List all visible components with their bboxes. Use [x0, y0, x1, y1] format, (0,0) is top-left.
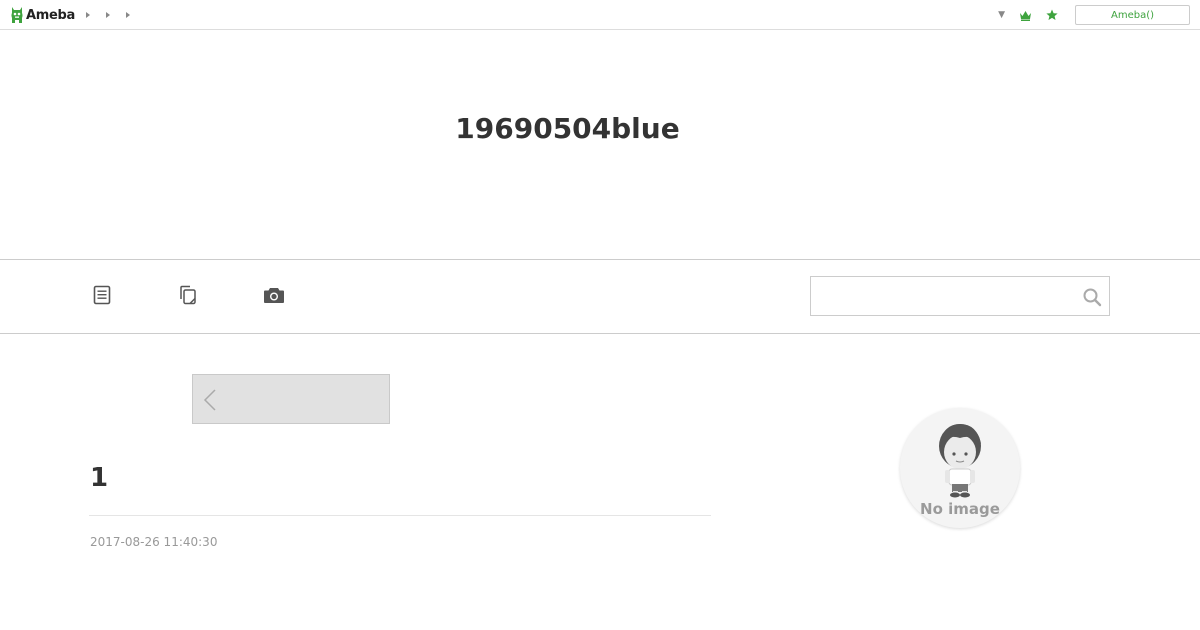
- ameba-mascot-icon: [10, 6, 24, 24]
- breadcrumb-arrow-icon[interactable]: [86, 12, 90, 18]
- blog-nav-bar: [0, 260, 1200, 334]
- ameba-account-button[interactable]: Ameba(): [1075, 5, 1190, 25]
- search-icon[interactable]: [1081, 286, 1103, 308]
- no-image-label: No image: [920, 500, 1000, 518]
- profile-avatar[interactable]: No image: [900, 408, 1020, 528]
- theme-list-icon[interactable]: [177, 284, 199, 306]
- breadcrumb-arrow-icon[interactable]: [126, 12, 130, 18]
- entry-divider: [89, 515, 711, 516]
- previous-entry-button[interactable]: [192, 374, 390, 424]
- entry-list-icon[interactable]: [91, 284, 113, 306]
- search-input[interactable]: [811, 277, 1071, 315]
- top-bar-actions: ▼ Ameba(): [998, 5, 1190, 25]
- ameba-top-bar: Ameba ▼ Ameba(): [0, 0, 1200, 30]
- blog-header: 19690504blue: [0, 30, 1200, 260]
- entry-date: 2017-08-26 11:40:30: [90, 535, 218, 549]
- blog-search-box: [810, 276, 1110, 316]
- blog-title[interactable]: 19690504blue: [0, 112, 1135, 145]
- crown-icon[interactable]: [1019, 10, 1032, 21]
- entry-title[interactable]: 1: [90, 463, 108, 493]
- camera-icon[interactable]: [263, 284, 285, 306]
- star-icon[interactable]: [1046, 9, 1058, 21]
- breadcrumb-arrow-icon[interactable]: [106, 12, 110, 18]
- chevron-left-icon: [203, 389, 216, 411]
- ameba-logo-text: Ameba: [26, 7, 76, 23]
- dropdown-caret-icon[interactable]: ▼: [998, 10, 1005, 20]
- ameba-logo[interactable]: Ameba: [10, 5, 75, 25]
